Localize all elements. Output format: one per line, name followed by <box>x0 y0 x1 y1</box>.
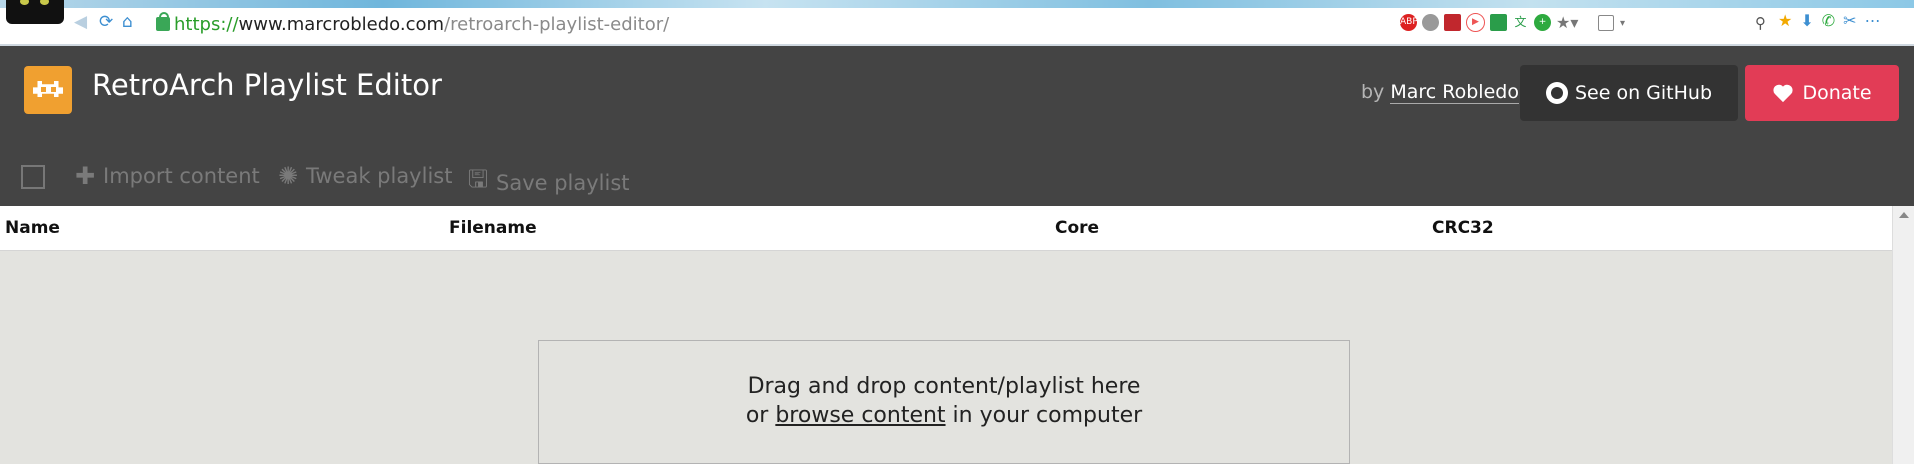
github-button-label: See on GitHub <box>1574 82 1713 104</box>
scroll-up-arrow-icon[interactable] <box>1899 212 1909 218</box>
address-bar[interactable]: https://www.marcrobledo.com/retroarch-pl… <box>156 12 669 35</box>
search-icon[interactable]: ⚲ <box>1755 14 1766 32</box>
home-icon[interactable]: ⌂ <box>122 12 133 32</box>
reload-icon[interactable]: ⟳ <box>99 12 113 32</box>
url-text[interactable]: https://www.marcrobledo.com/retroarch-pl… <box>174 14 669 35</box>
adblock-icon[interactable]: ABP <box>1400 14 1418 31</box>
github-button[interactable]: See on GitHub <box>1520 65 1738 121</box>
by-label: by <box>1361 81 1385 103</box>
tweak-playlist-button[interactable]: ✺ Tweak playlist <box>276 162 453 190</box>
shield-icon[interactable] <box>1490 14 1507 31</box>
save-playlist-button[interactable]: 🖫 Save playlist <box>466 162 630 203</box>
plus-icon: ✚ <box>74 162 96 190</box>
url-scheme: https:// <box>174 13 239 35</box>
author-credit: by Marc Robledo <box>1361 81 1519 104</box>
url-path: /retroarch-playlist-editor/ <box>444 13 670 35</box>
star-dropdown-icon[interactable]: ★▾ <box>1556 13 1578 32</box>
app-header: RetroArch Playlist Editor by Marc Robled… <box>0 46 1914 206</box>
bookmark-star-icon[interactable]: ★ <box>1778 11 1792 31</box>
lock-icon <box>156 12 170 31</box>
author-link[interactable]: Marc Robledo <box>1390 81 1519 104</box>
drop-zone-instructions: Drag and drop content/playlist here <box>747 374 1141 399</box>
search-engine-icon[interactable] <box>1598 15 1614 31</box>
scissors-icon[interactable]: ✂ <box>1843 11 1856 31</box>
column-header-filename[interactable]: Filename <box>449 218 537 238</box>
github-icon <box>1545 82 1568 104</box>
wechat-icon[interactable]: ✆ <box>1822 11 1835 31</box>
table-header: Name Filename Core CRC32 <box>0 206 1892 251</box>
donate-button[interactable]: Donate <box>1745 65 1899 121</box>
extension-gray-icon[interactable] <box>1422 14 1439 31</box>
download-icon[interactable]: ⬇ <box>1800 11 1813 31</box>
browser-avatar[interactable] <box>6 0 64 24</box>
column-header-name[interactable]: Name <box>5 218 60 238</box>
column-header-crc32[interactable]: CRC32 <box>1432 218 1494 238</box>
heart-icon <box>1773 84 1794 103</box>
floppy-disk-icon: 🖫 <box>467 165 489 193</box>
browser-menu-icons: ★ ⬇ ✆ ✂ ⋯ <box>1778 11 1881 31</box>
back-icon[interactable]: ◀ <box>74 12 87 32</box>
plus-circle-icon[interactable]: + <box>1534 14 1551 31</box>
search-box[interactable]: ▾ ⚲ <box>1598 12 1766 34</box>
app-title: RetroArch Playlist Editor <box>92 68 442 102</box>
browser-toolbar: ◀ ⟳ ⌂ https://www.marcrobledo.com/retroa… <box>0 0 1914 46</box>
tweak-playlist-label: Tweak playlist <box>306 164 453 188</box>
spinner-icon: ✺ <box>277 162 299 190</box>
import-content-label: Import content <box>103 164 260 188</box>
extension-icons: ABP ▶ 文 + ★▾ <box>1400 13 1578 32</box>
donate-button-label: Donate <box>1802 82 1872 104</box>
browse-content-link[interactable]: browse content <box>775 403 945 428</box>
browse-suffix: in your computer <box>952 403 1143 428</box>
drop-zone-browse-line: or browse content in your computer <box>539 403 1349 428</box>
drop-zone[interactable]: Drag and drop content/playlist here or b… <box>538 340 1350 464</box>
select-all-checkbox[interactable] <box>21 165 45 189</box>
column-header-core[interactable]: Core <box>1055 218 1099 238</box>
extension-red-icon[interactable] <box>1444 14 1461 31</box>
browse-prefix: or <box>745 403 769 428</box>
save-playlist-label: Save playlist <box>496 170 630 195</box>
more-icon[interactable]: ⋯ <box>1865 11 1881 31</box>
url-domain: www.marcrobledo.com <box>238 13 445 35</box>
translate-icon[interactable]: 文 <box>1512 14 1529 31</box>
vertical-scrollbar[interactable] <box>1892 206 1914 464</box>
import-content-button[interactable]: ✚ Import content <box>73 162 260 190</box>
tab-strip-background <box>0 0 1914 8</box>
chevron-down-icon[interactable]: ▾ <box>1620 18 1625 29</box>
retroarch-logo-icon <box>24 66 72 114</box>
play-icon[interactable]: ▶ <box>1466 13 1485 32</box>
